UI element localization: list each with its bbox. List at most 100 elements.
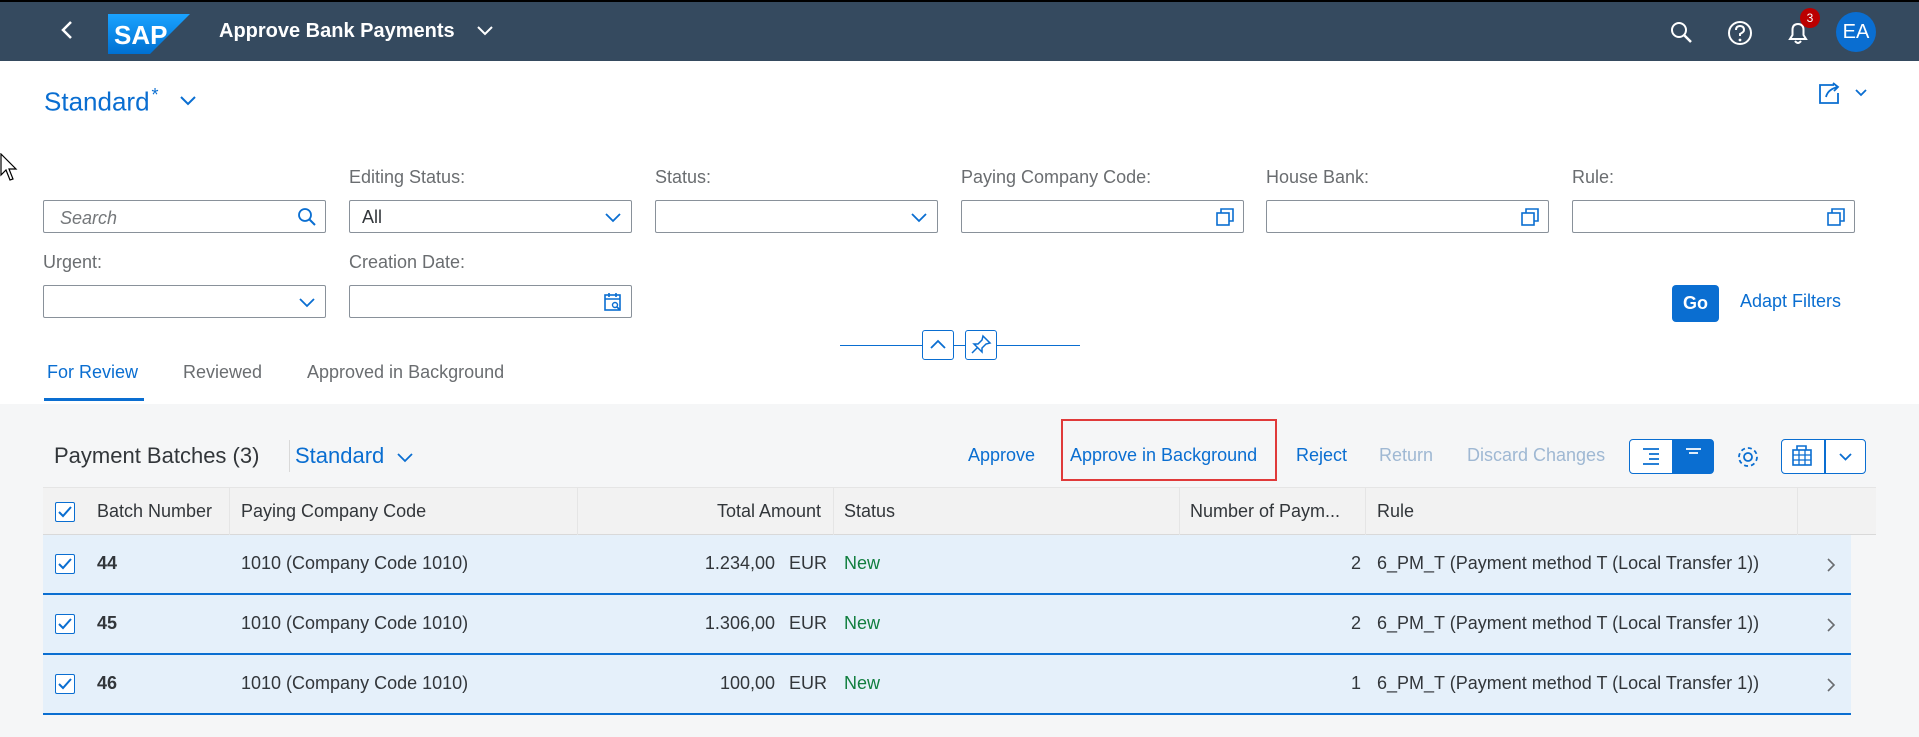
export-spreadsheet-icon	[1792, 445, 1812, 466]
value-help-icon[interactable]	[1215, 207, 1235, 227]
paying-company-code-cell: 1010 (Company Code 1010)	[241, 613, 469, 633]
chevron-right-icon[interactable]	[1825, 677, 1837, 693]
house-bank-input[interactable]	[1266, 200, 1549, 233]
sap-logo[interactable]: SAP	[108, 14, 190, 54]
chevron-down-icon[interactable]	[909, 207, 929, 227]
chevron-up-icon	[930, 339, 946, 349]
rule-cell: 6_PM_T (Payment method T (Local Transfer…	[1377, 613, 1760, 633]
creation-date-picker[interactable]	[349, 285, 632, 318]
chevron-right-icon[interactable]	[1825, 557, 1837, 573]
row-checkbox[interactable]	[55, 674, 75, 694]
tab-for-review[interactable]: For Review	[47, 362, 138, 383]
total-amount-cell: 1.306,00	[704, 613, 775, 633]
sap-logo-text: SAP	[114, 20, 167, 50]
column-header-rule[interactable]: Rule	[1377, 501, 1414, 522]
tab-reviewed[interactable]: Reviewed	[183, 362, 262, 383]
paying-company-code-input[interactable]	[961, 200, 1244, 233]
table-row[interactable]: 44 1010 (Company Code 1010) 1.234,00 EUR…	[43, 535, 1851, 595]
batch-number-cell: 46	[97, 673, 118, 693]
column-separator	[1179, 488, 1180, 536]
rule-cell: 6_PM_T (Payment method T (Local Transfer…	[1377, 553, 1760, 573]
number-of-payments-cell: 2	[1350, 613, 1361, 633]
column-header-status[interactable]: Status	[844, 501, 895, 522]
table-title: Payment Batches (3)	[54, 443, 260, 468]
batch-number-cell: 45	[97, 613, 118, 633]
pin-header-button[interactable]	[965, 330, 997, 360]
discard-changes-button[interactable]: Discard Changes	[1467, 445, 1605, 466]
summary-list-icon	[1686, 448, 1701, 454]
go-button[interactable]: Go	[1672, 285, 1719, 322]
checkmark-icon	[58, 558, 72, 570]
show-details-toggle[interactable]	[1629, 439, 1673, 474]
collapse-header-button[interactable]	[922, 330, 954, 360]
search-icon[interactable]	[1668, 19, 1696, 47]
settings-gear-icon[interactable]	[1734, 443, 1762, 471]
value-help-icon[interactable]	[1826, 207, 1846, 227]
search-icon[interactable]	[297, 207, 317, 227]
hide-details-toggle[interactable]	[1673, 439, 1714, 474]
checkmark-icon	[58, 678, 72, 690]
editing-status-select[interactable]: All	[349, 200, 632, 233]
help-icon[interactable]	[1726, 19, 1754, 47]
details-list-icon	[1643, 448, 1659, 465]
row-checkbox[interactable]	[55, 554, 75, 574]
app-title[interactable]: Approve Bank Payments	[219, 20, 455, 43]
export-button[interactable]	[1781, 439, 1825, 474]
active-tab-indicator	[44, 398, 144, 401]
status-label: Status:	[655, 167, 712, 187]
variant-modified-marker: *	[151, 85, 159, 105]
search-field[interactable]	[43, 200, 326, 233]
total-amount-cell: 100,00	[719, 673, 775, 693]
highlight-box	[1061, 419, 1277, 481]
row-checkbox[interactable]	[55, 614, 75, 634]
paying-company-code-cell: 1010 (Company Code 1010)	[241, 553, 469, 573]
column-header-paying-company-code[interactable]: Paying Company Code	[241, 501, 426, 522]
share-icon[interactable]	[1816, 81, 1842, 107]
table-variant-selector[interactable]: Standard	[295, 443, 384, 469]
variant-chevron-down-icon[interactable]	[178, 94, 198, 108]
app-title-chevron-icon[interactable]	[476, 24, 494, 38]
rule-label: Rule:	[1572, 167, 1615, 187]
share-chevron-down-icon[interactable]	[1854, 87, 1868, 99]
rule-cell: 6_PM_T (Payment method T (Local Transfer…	[1377, 673, 1760, 693]
column-separator	[1365, 488, 1366, 536]
search-input[interactable]	[58, 207, 282, 230]
paying-company-code-label: Paying Company Code:	[961, 167, 1152, 187]
rule-input[interactable]	[1572, 200, 1855, 233]
page-header: Standard * Editing Status: Status: Paying…	[0, 61, 1919, 404]
chevron-down-icon[interactable]	[603, 207, 623, 227]
column-header-batch-number[interactable]: Batch Number	[97, 501, 212, 522]
column-header-total-amount[interactable]: Total Amount	[717, 501, 821, 522]
export-menu-button[interactable]	[1825, 439, 1866, 474]
batch-number-cell: 44	[97, 553, 118, 573]
reject-button[interactable]: Reject	[1296, 445, 1347, 466]
variant-selector[interactable]: Standard *	[44, 85, 159, 118]
select-all-checkbox[interactable]	[55, 502, 75, 522]
table-row[interactable]: 46 1010 (Company Code 1010) 100,00 EUR N…	[43, 655, 1851, 715]
user-avatar[interactable]: EA	[1836, 12, 1876, 52]
back-arrow-icon[interactable]	[56, 18, 80, 42]
chevron-down-icon[interactable]	[297, 292, 317, 312]
number-of-payments-cell: 2	[1350, 553, 1361, 573]
status-cell: New	[844, 613, 881, 633]
tab-approved-in-background[interactable]: Approved in Background	[307, 362, 504, 383]
pin-icon	[971, 334, 992, 354]
adapt-filters-button[interactable]: Adapt Filters	[1740, 291, 1841, 312]
table-row[interactable]: 45 1010 (Company Code 1010) 1.306,00 EUR…	[43, 595, 1851, 655]
return-button[interactable]: Return	[1379, 445, 1433, 466]
value-help-icon[interactable]	[1520, 207, 1540, 227]
table-scrollbar-track[interactable]	[1851, 535, 1876, 715]
approve-button[interactable]: Approve	[968, 445, 1035, 466]
editing-status-label: Editing Status:	[349, 167, 466, 187]
toolbar-separator	[289, 440, 290, 472]
column-separator	[229, 488, 230, 536]
chevron-right-icon[interactable]	[1825, 617, 1837, 633]
status-select[interactable]	[655, 200, 938, 233]
table-variant-chevron-down-icon[interactable]	[396, 451, 414, 465]
status-cell: New	[844, 673, 881, 693]
status-cell: New	[844, 553, 881, 573]
currency-cell: EUR	[789, 613, 828, 633]
column-header-number-of-payments[interactable]: Number of Paym...	[1190, 501, 1340, 522]
calendar-icon[interactable]	[603, 292, 623, 312]
urgent-select[interactable]	[43, 285, 326, 318]
